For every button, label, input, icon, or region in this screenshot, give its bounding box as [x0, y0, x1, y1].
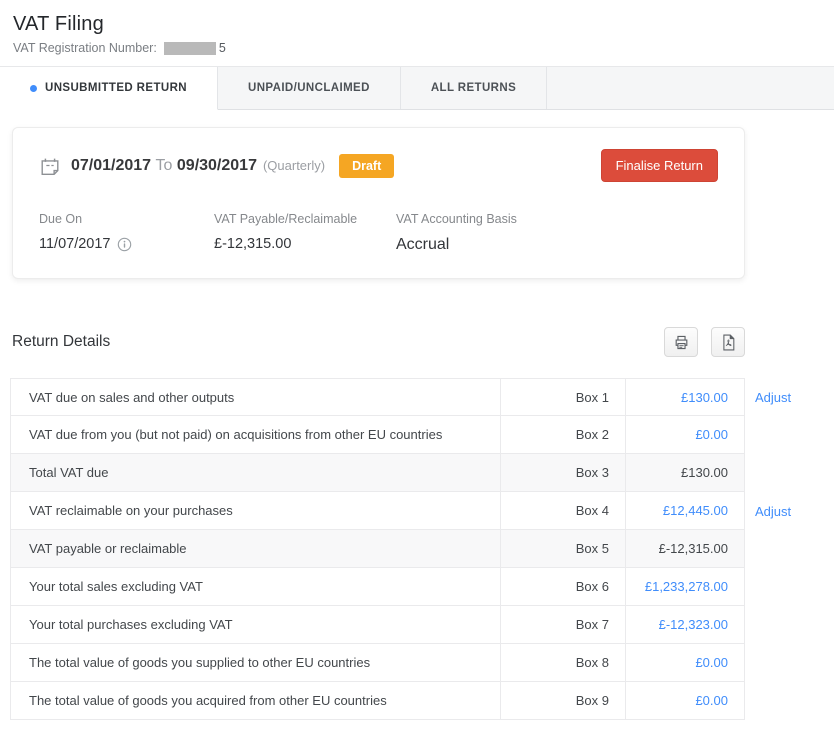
tab-all-returns[interactable]: ALL RETURNS	[401, 67, 547, 109]
row-amount-link[interactable]: £-12,323.00	[659, 617, 728, 632]
filing-period: 07/01/2017 To 09/30/2017	[71, 157, 257, 175]
return-details-header: Return Details	[12, 327, 745, 357]
finalise-return-button[interactable]: Finalise Return	[601, 149, 718, 182]
period-frequency: (Quarterly)	[263, 158, 325, 173]
row-description: Your total purchases excluding VAT	[10, 606, 500, 644]
row-amount: £-12,315.00	[659, 541, 728, 556]
row-box-label: Box 8	[500, 644, 625, 682]
adjust-link[interactable]: Adjust	[755, 504, 791, 519]
row-description: VAT due from you (but not paid) on acqui…	[10, 416, 500, 454]
row-amount-link[interactable]: £0.00	[695, 427, 728, 442]
table-row: Your total sales excluding VAT Box 6 £1,…	[10, 568, 834, 606]
filing-summary-card: 07/01/2017 To 09/30/2017 (Quarterly) Dra…	[12, 127, 745, 279]
return-details-table: VAT due on sales and other outputs Box 1…	[10, 378, 834, 720]
row-description: Your total sales excluding VAT	[10, 568, 500, 606]
row-description: The total value of goods you supplied to…	[10, 644, 500, 682]
table-row: The total value of goods you supplied to…	[10, 644, 834, 682]
period-start-date: 07/01/2017	[71, 157, 151, 174]
page-title: VAT Filing	[13, 13, 818, 36]
vat-payable-value: £-12,315.00	[214, 236, 396, 252]
table-row-total: Total VAT due Box 3 £130.00	[10, 454, 834, 492]
adjust-link[interactable]: Adjust	[755, 390, 791, 405]
tab-label: UNPAID/UNCLAIMED	[248, 82, 370, 94]
table-row: VAT reclaimable on your purchases Box 4 …	[10, 492, 834, 530]
row-description: VAT reclaimable on your purchases	[10, 492, 500, 530]
row-box-label: Box 6	[500, 568, 625, 606]
row-box-label: Box 2	[500, 416, 625, 454]
info-icon[interactable]	[117, 237, 132, 252]
due-on-value: 11/07/2017	[39, 236, 111, 252]
period-end-date: 09/30/2017	[177, 157, 257, 174]
page-header: VAT Filing VAT Registration Number: 5	[0, 0, 834, 66]
export-pdf-button[interactable]	[711, 327, 745, 357]
period-to-text: To	[156, 157, 173, 174]
table-row: VAT due on sales and other outputs Box 1…	[10, 378, 834, 416]
row-description: VAT due on sales and other outputs	[10, 378, 500, 416]
return-details-title: Return Details	[12, 333, 110, 351]
tab-unpaid-unclaimed[interactable]: UNPAID/UNCLAIMED	[218, 67, 401, 109]
registration-number-suffix: 5	[219, 41, 226, 55]
vat-registration-line: VAT Registration Number: 5	[13, 41, 818, 55]
row-box-label: Box 4	[500, 492, 625, 530]
due-on-label: Due On	[39, 212, 214, 226]
row-box-label: Box 1	[500, 378, 625, 416]
status-badge: Draft	[339, 154, 394, 178]
accounting-basis-label: VAT Accounting Basis	[396, 212, 517, 226]
row-amount-link[interactable]: £12,445.00	[663, 503, 728, 518]
vat-payable-label: VAT Payable/Reclaimable	[214, 212, 396, 226]
accounting-basis-block: VAT Accounting Basis Accrual	[396, 212, 517, 254]
row-amount-link[interactable]: £1,233,278.00	[645, 579, 728, 594]
due-on-block: Due On 11/07/2017	[39, 212, 214, 254]
tab-unsubmitted-return[interactable]: UNSUBMITTED RETURN	[0, 67, 218, 110]
table-row: VAT due from you (but not paid) on acqui…	[10, 416, 834, 454]
row-box-label: Box 9	[500, 682, 625, 720]
row-amount-link[interactable]: £130.00	[681, 390, 728, 405]
table-row: The total value of goods you acquired fr…	[10, 682, 834, 720]
print-button[interactable]	[664, 327, 698, 357]
calendar-icon	[39, 155, 61, 177]
row-box-label: Box 5	[500, 530, 625, 568]
row-amount-link[interactable]: £0.00	[695, 655, 728, 670]
row-description: The total value of goods you acquired fr…	[10, 682, 500, 720]
row-box-label: Box 3	[500, 454, 625, 492]
vat-payable-block: VAT Payable/Reclaimable £-12,315.00	[214, 212, 396, 254]
tab-label: UNSUBMITTED RETURN	[45, 82, 187, 94]
tab-bar: UNSUBMITTED RETURN UNPAID/UNCLAIMED ALL …	[0, 66, 834, 110]
row-box-label: Box 7	[500, 606, 625, 644]
row-description: VAT payable or reclaimable	[10, 530, 500, 568]
redacted-registration-number	[164, 42, 216, 55]
tab-label: ALL RETURNS	[431, 82, 516, 94]
pdf-file-icon	[721, 334, 736, 351]
table-row: Your total purchases excluding VAT Box 7…	[10, 606, 834, 644]
table-row-total: VAT payable or reclaimable Box 5 £-12,31…	[10, 530, 834, 568]
row-amount: £130.00	[681, 465, 728, 480]
row-description: Total VAT due	[10, 454, 500, 492]
printer-icon	[673, 334, 690, 351]
accounting-basis-value: Accrual	[396, 236, 517, 254]
active-tab-dot-icon	[30, 85, 37, 92]
row-amount-link[interactable]: £0.00	[695, 693, 728, 708]
vat-registration-label: VAT Registration Number:	[13, 41, 157, 55]
